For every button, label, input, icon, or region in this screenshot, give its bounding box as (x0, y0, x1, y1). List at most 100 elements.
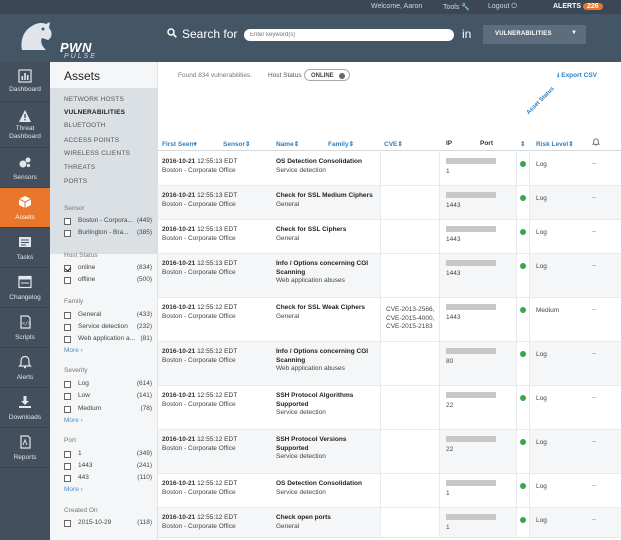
nav-downloads[interactable]: Downloads (0, 388, 50, 428)
family-cell: Service detection (276, 489, 326, 496)
row-actions-dash[interactable]: – (592, 438, 596, 445)
vuln-name-link[interactable]: Check open ports (276, 514, 380, 523)
asset-menu-vulnerabilities[interactable]: VULNERABILITIES (64, 109, 125, 116)
more-family-link[interactable]: More › (64, 347, 83, 354)
filter-option[interactable]: Web application a... (81) (64, 335, 152, 344)
col-first-seen[interactable]: First Seen▾ (162, 140, 197, 148)
nav-scripts[interactable]: </> Scripts (0, 308, 50, 348)
vuln-name-link[interactable]: OS Detection Consolidation (276, 158, 380, 167)
more-severity-link[interactable]: More › (64, 417, 83, 424)
vuln-name-link[interactable]: SSH Protocol Versions Supported (276, 436, 380, 453)
nav-label: Downloads (8, 414, 42, 421)
tools-menu[interactable]: Tools 🔧 (443, 3, 470, 11)
filter-option[interactable]: Medium (78) (64, 405, 152, 414)
filter-option[interactable]: 1 (349) (64, 450, 152, 459)
filter-option[interactable]: offline (500) (64, 276, 152, 285)
table-row[interactable]: 2016-10-21 12:55:12 EDT Boston - Corporat… (158, 508, 621, 538)
checkbox[interactable] (64, 393, 71, 400)
col-asset-status-sort[interactable]: ⇕ (520, 140, 525, 148)
logout-link[interactable]: Logout ⏻ (488, 3, 517, 11)
vuln-name-link[interactable]: SSH Protocol Algorithms Supported (276, 392, 380, 409)
checkbox[interactable] (64, 336, 71, 343)
checkbox[interactable] (64, 312, 71, 319)
row-actions-dash[interactable]: – (592, 482, 596, 489)
asset-menu-access-points[interactable]: ACCESS POINTS (64, 137, 119, 144)
checkbox[interactable] (64, 218, 71, 225)
nav-dashboard[interactable]: Dashboard (0, 62, 50, 102)
filter-option[interactable]: Service detection (232) (64, 323, 152, 332)
filter-option[interactable]: 443 (110) (64, 474, 152, 483)
checkbox[interactable] (64, 324, 71, 331)
filter-option[interactable]: online (834) (64, 264, 152, 273)
search-input[interactable] (244, 29, 454, 41)
nav-threat-dashboard[interactable]: Threat Dashboard (0, 102, 50, 148)
host-status-filter-pill[interactable]: ONLINE (304, 69, 350, 81)
vuln-name-link[interactable]: Check for SSL Medium Ciphers (276, 192, 380, 201)
asset-menu-wireless-clients[interactable]: WIRELESS CLIENTS (64, 150, 130, 157)
search-scope-dropdown[interactable]: VULNERABILITIES ▼ (483, 25, 586, 44)
vuln-name-link[interactable]: Check for SSL Ciphers (276, 226, 380, 235)
checkbox[interactable] (64, 520, 71, 527)
checkbox-checked[interactable] (64, 265, 71, 272)
row-actions-dash[interactable]: – (592, 306, 596, 313)
table-row[interactable]: 2016-10-21 12:55:12 EDT Boston - Corporat… (158, 342, 621, 386)
nav-reports[interactable]: Reports (0, 428, 50, 468)
row-actions-dash[interactable]: – (592, 262, 596, 269)
checkbox[interactable] (64, 277, 71, 284)
asset-menu-network-hosts[interactable]: NETWORK HOSTS (64, 96, 124, 103)
pwnpulse-logo[interactable]: PWN PULSE (16, 20, 95, 60)
col-sensor[interactable]: Sensor⇕ (223, 140, 251, 148)
checkbox[interactable] (64, 475, 71, 482)
vuln-name-link[interactable]: OS Detection Consolidation (276, 480, 380, 489)
row-actions-dash[interactable]: – (592, 394, 596, 401)
more-port-link[interactable]: More › (64, 486, 83, 493)
nav-tasks[interactable]: Tasks (0, 228, 50, 268)
filter-option[interactable]: 1443 (241) (64, 462, 152, 471)
row-actions-dash[interactable]: – (592, 350, 596, 357)
alerts-link[interactable]: ALERTS 226 (553, 3, 603, 10)
filter-option[interactable]: 2015-10-29 (118) (64, 519, 152, 528)
row-actions-dash[interactable]: – (592, 228, 596, 235)
asset-menu-bluetooth[interactable]: BLUETOOTH (64, 122, 105, 129)
nav-alerts[interactable]: Alerts (0, 348, 50, 388)
row-actions-dash[interactable]: – (592, 160, 596, 167)
export-csv-button[interactable]: ⭳ Export CSV (557, 71, 597, 82)
bell-icon[interactable] (591, 138, 601, 148)
checkbox[interactable] (64, 381, 71, 388)
alerts-label: ALERTS (553, 3, 581, 10)
filter-option[interactable]: Log (614) (64, 380, 152, 389)
row-actions-dash[interactable]: – (592, 516, 596, 523)
col-sensor-label: Sensor (223, 141, 246, 148)
table-row[interactable]: 2016-10-21 12:55:12 EDT Boston - Corporat… (158, 474, 621, 508)
filter-option[interactable]: Low (141) (64, 392, 152, 401)
top-status-bar: Welcome, Aaron Tools 🔧 Logout ⏻ ALERTS 2… (0, 0, 621, 14)
table-row[interactable]: 2016-10-21 12:55:13 EDT Boston - Corporat… (158, 186, 621, 220)
vuln-name-link[interactable]: Check for SSL Weak Ciphers (276, 304, 380, 313)
nav-sensors[interactable]: Sensors (0, 148, 50, 188)
vuln-name-link[interactable]: Info / Options concerning CGI Scanning (276, 348, 380, 365)
table-row[interactable]: 2016-10-21 12:55:12 EDT Boston - Corporat… (158, 430, 621, 474)
col-name[interactable]: Name⇕ (276, 140, 299, 148)
col-family[interactable]: Family⇕ (328, 140, 354, 148)
col-risk-level[interactable]: Risk Level⇕ (536, 140, 574, 148)
table-row[interactable]: 2016-10-21 12:55:12 EDT Boston - Corporat… (158, 386, 621, 430)
col-cve[interactable]: CVE⇕ (384, 140, 403, 148)
checkbox[interactable] (64, 230, 71, 237)
table-row[interactable]: 2016-10-21 12:55:13 EDT Boston - Corporat… (158, 220, 621, 254)
filter-option[interactable]: Boston - Corpora... (449) (64, 217, 152, 226)
filter-option[interactable]: Burlington - Bra... (385) (64, 229, 152, 238)
asset-menu-ports[interactable]: PORTS (64, 178, 87, 185)
nav-changelog[interactable]: Changelog (0, 268, 50, 308)
nav-assets[interactable]: Assets (0, 188, 50, 228)
table-row[interactable]: 2016-10-21 12:55:13 EDT Boston - Corporat… (158, 254, 621, 298)
vuln-name-link[interactable]: Info / Options concerning CGI Scanning (276, 260, 380, 277)
checkbox[interactable] (64, 451, 71, 458)
row-actions-dash[interactable]: – (592, 194, 596, 201)
remove-filter-icon[interactable] (339, 72, 345, 79)
table-row[interactable]: 2016-10-21 12:55:13 EDT Boston - Corporat… (158, 152, 621, 186)
checkbox[interactable] (64, 463, 71, 470)
asset-menu-threats[interactable]: THREATS (64, 164, 95, 171)
checkbox[interactable] (64, 406, 71, 413)
filter-option[interactable]: General (433) (64, 311, 152, 320)
table-row[interactable]: 2016-10-21 12:55:12 EDT Boston - Corporat… (158, 298, 621, 342)
